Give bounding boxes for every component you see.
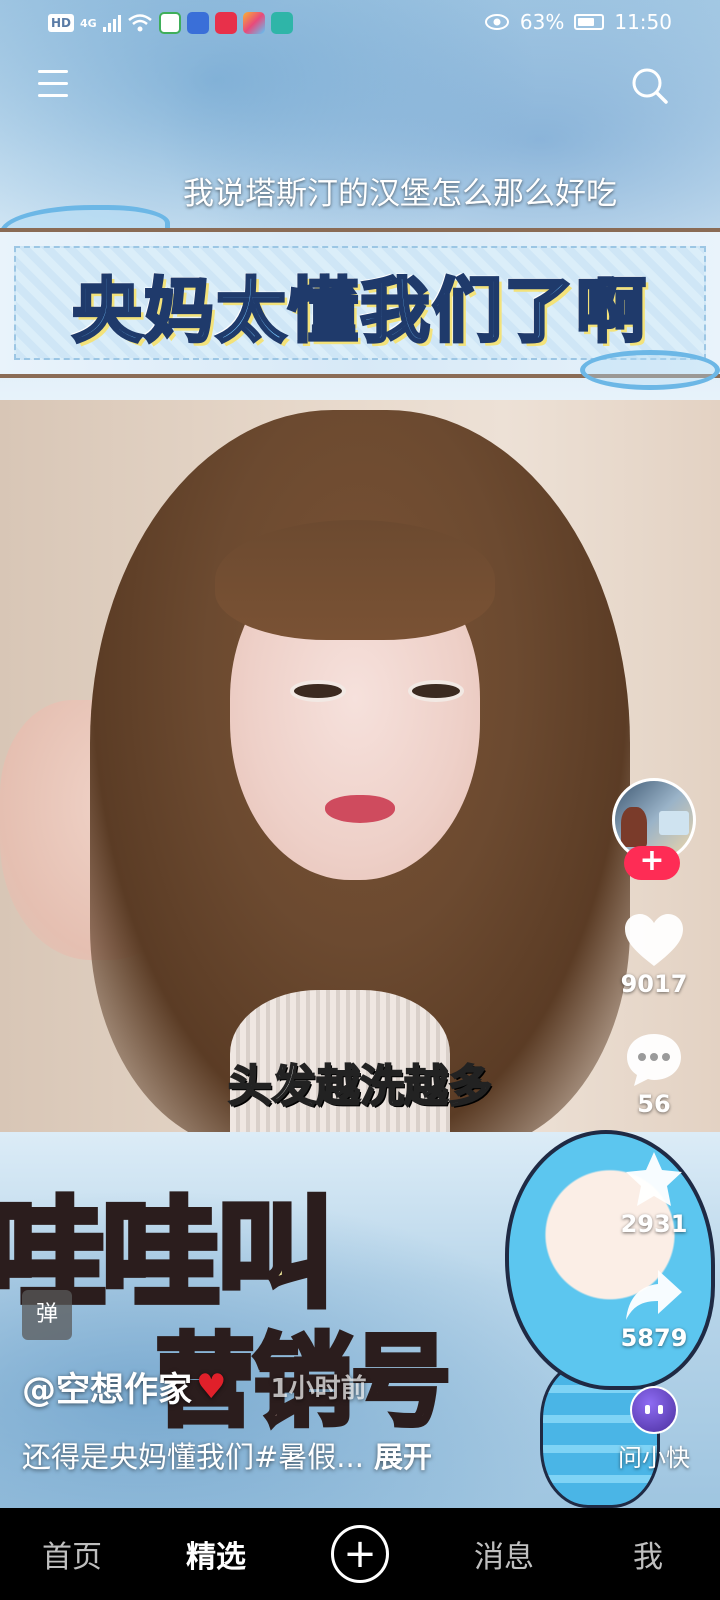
video-subtitle-top: 我说塔斯汀的汉堡怎么那么好吃 <box>183 176 617 212</box>
wifi-icon <box>127 14 152 32</box>
nav-me[interactable]: 我 <box>588 1532 708 1576</box>
flower-app-icon <box>242 12 265 34</box>
search-icon[interactable] <box>630 66 670 106</box>
tag-badge[interactable]: 弹 <box>22 1290 72 1340</box>
favorite-count: 2931 <box>620 1210 688 1238</box>
plus-icon: + <box>331 1525 389 1583</box>
like-count: 9017 <box>620 970 688 998</box>
post-time: 1小时前 <box>270 1374 367 1404</box>
cat-app-icon <box>186 12 209 34</box>
star-icon <box>626 1152 682 1206</box>
bangs-shape <box>215 520 495 640</box>
book-app-icon <box>270 12 293 34</box>
status-bar: HD 4G 63% 11:50 <box>0 0 720 48</box>
assistant-bot-icon <box>630 1386 678 1434</box>
eye-left <box>290 680 346 702</box>
description-text: 还得是央妈懂我们#暑假... <box>22 1440 364 1474</box>
comment-count: 56 <box>637 1090 671 1118</box>
portrait-photo <box>0 400 720 1132</box>
network-type: 4G <box>80 16 97 30</box>
clock: 11:50 <box>614 10 672 34</box>
share-count: 5879 <box>620 1324 688 1352</box>
video-app-icon <box>214 12 237 34</box>
post-description[interactable]: 还得是央妈懂我们#暑假... 展开 <box>22 1434 432 1476</box>
ribbon-decoration-right <box>580 350 720 390</box>
nav-create[interactable]: + <box>300 1525 420 1583</box>
share-arrow-icon <box>626 1270 682 1320</box>
author-row[interactable]: @空想作家 ♥ 1小时前 <box>22 1362 367 1411</box>
nav-home[interactable]: 首页 <box>12 1532 132 1576</box>
nav-featured[interactable]: 精选 <box>156 1532 276 1576</box>
battery-percent: 63% <box>519 10 565 34</box>
like-button[interactable]: 9017 <box>612 912 696 998</box>
follow-button[interactable]: + <box>624 846 680 880</box>
favorite-button[interactable]: 2931 <box>612 1150 696 1238</box>
nav-messages[interactable]: 消息 <box>444 1532 564 1576</box>
hamburger-menu-icon[interactable] <box>38 70 68 98</box>
assistant-button[interactable]: 问小快 <box>602 1386 706 1473</box>
banner-title: 央妈太懂我们了啊 <box>71 269 648 354</box>
share-button[interactable]: 5879 <box>612 1268 696 1352</box>
eye-comfort-icon <box>484 14 509 30</box>
eye-right <box>408 680 464 702</box>
expand-link[interactable]: 展开 <box>374 1440 432 1474</box>
heart-icon <box>625 914 683 966</box>
signal-icon <box>102 14 121 32</box>
bottom-nav: 首页 精选 + 消息 我 <box>0 1508 720 1600</box>
heart-emoji-icon: ♥ <box>196 1366 227 1407</box>
hd-indicator: HD <box>48 14 75 32</box>
assistant-label: 问小快 <box>618 1444 690 1472</box>
author-name[interactable]: @空想作家 <box>22 1362 192 1411</box>
status-left: HD 4G <box>48 12 293 34</box>
battery-icon <box>574 14 605 30</box>
status-right: 63% 11:50 <box>484 10 672 34</box>
comment-button[interactable]: 56 <box>612 1032 696 1118</box>
home-app-icon <box>158 12 181 34</box>
comment-icon <box>627 1034 681 1086</box>
lips-shape <box>325 795 395 823</box>
